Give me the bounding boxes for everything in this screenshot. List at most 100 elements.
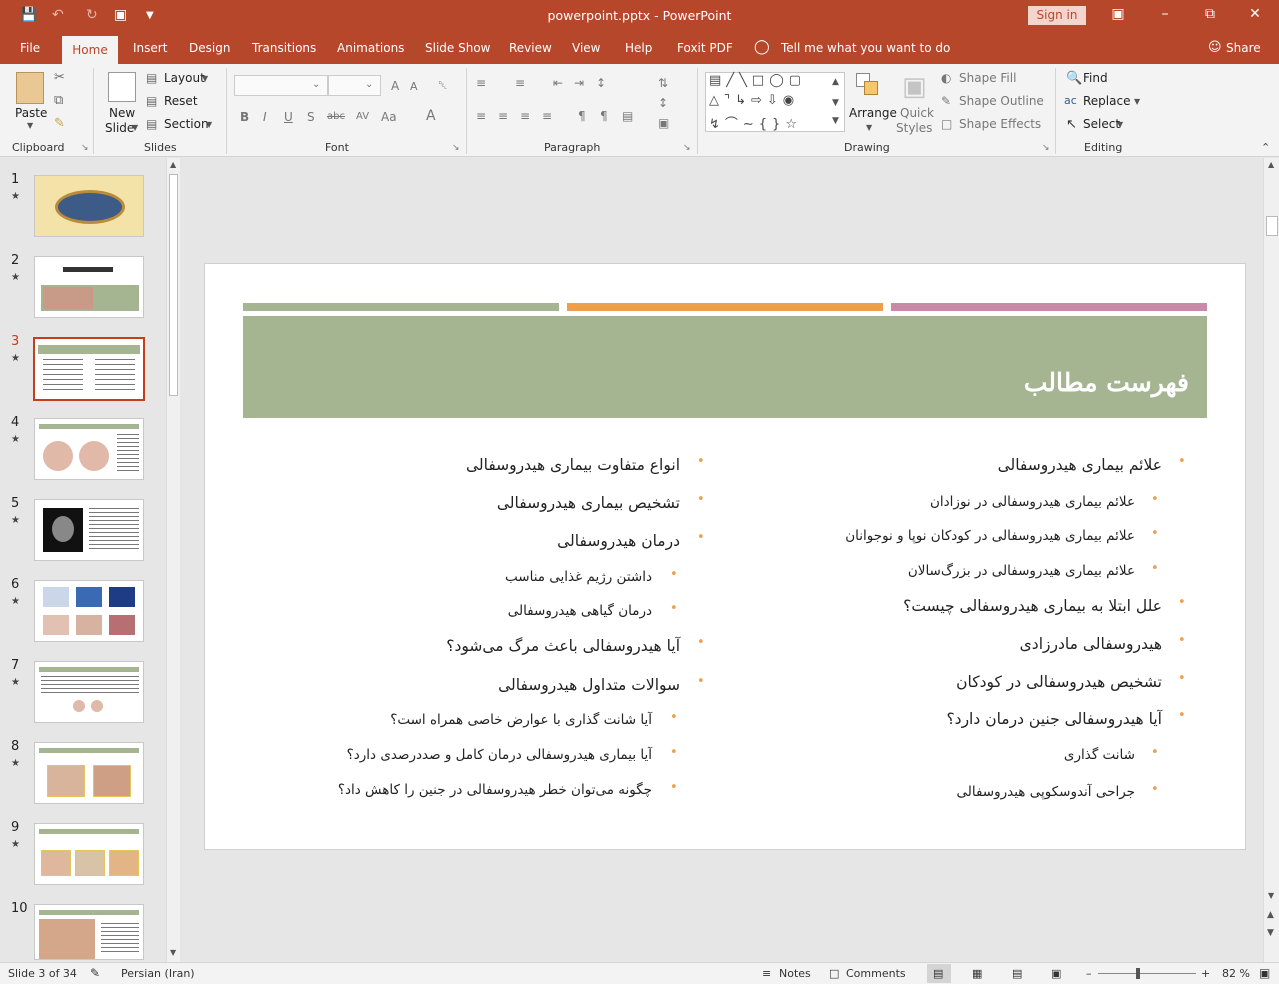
- thumbnail-slide-4[interactable]: [34, 418, 144, 480]
- paste-icon[interactable]: [16, 72, 44, 104]
- tab-insert[interactable]: Insert: [133, 41, 167, 55]
- zoom-slider-thumb[interactable]: [1136, 968, 1140, 979]
- tab-design[interactable]: Design: [189, 41, 230, 55]
- text-direction-icon[interactable]: ⇅: [658, 76, 668, 90]
- shape-outline-button[interactable]: Shape Outline: [959, 94, 1044, 108]
- thumbnail-slide-2[interactable]: [34, 256, 144, 318]
- scroll-up-icon[interactable]: ▲: [170, 160, 176, 169]
- character-spacing-icon[interactable]: AV: [356, 111, 369, 122]
- align-left-icon[interactable]: ≡: [476, 109, 486, 123]
- tab-foxit-pdf[interactable]: Foxit PDF: [677, 41, 733, 55]
- thumbnail-slide-8[interactable]: [34, 742, 144, 804]
- arrange-button[interactable]: Arrange: [849, 106, 897, 120]
- close-icon[interactable]: ✕: [1245, 6, 1265, 22]
- spelling-icon[interactable]: ✎: [90, 966, 100, 980]
- language-indicator[interactable]: Persian (Iran): [121, 967, 195, 980]
- reset-button[interactable]: Reset: [164, 94, 198, 108]
- ribbon-display-icon[interactable]: ▣: [1108, 6, 1128, 22]
- fit-slide-icon[interactable]: ▣: [1259, 966, 1270, 980]
- align-center-icon[interactable]: ≡: [498, 109, 508, 123]
- new-slide-dropdown-icon[interactable]: ▼: [132, 123, 138, 132]
- share-button[interactable]: Share: [1226, 41, 1261, 55]
- bullets-icon[interactable]: ≡: [476, 76, 486, 90]
- smartart-icon[interactable]: ▣: [658, 116, 669, 130]
- clear-formatting-icon[interactable]: ␡: [438, 78, 448, 93]
- tab-view[interactable]: View: [572, 41, 600, 55]
- shape-effects-button[interactable]: Shape Effects: [959, 117, 1041, 131]
- copy-icon[interactable]: ⧉: [54, 93, 63, 108]
- section-button[interactable]: Section: [164, 117, 209, 131]
- italic-icon[interactable]: I: [263, 110, 267, 124]
- new-slide-label-1[interactable]: New: [109, 106, 135, 120]
- tell-me-search[interactable]: Tell me what you want to do: [781, 41, 950, 55]
- collapse-ribbon-icon[interactable]: ⌃: [1261, 141, 1270, 154]
- thumbnail-slide-6[interactable]: [34, 580, 144, 642]
- thumbnail-slide-10[interactable]: [34, 904, 144, 960]
- increase-indent-icon[interactable]: ⇥: [574, 76, 584, 90]
- tab-animations[interactable]: Animations: [337, 41, 404, 55]
- slide-sorter-icon[interactable]: ▦: [972, 967, 982, 980]
- restore-icon[interactable]: ⧉: [1200, 6, 1220, 22]
- zoom-in-icon[interactable]: +: [1201, 967, 1210, 980]
- underline-icon[interactable]: U: [284, 110, 293, 124]
- replace-button[interactable]: Replace: [1083, 94, 1130, 108]
- section-dropdown-icon[interactable]: ▼: [206, 120, 212, 129]
- zoom-slider[interactable]: [1098, 973, 1196, 974]
- bold-icon[interactable]: B: [240, 110, 249, 124]
- drawing-launcher-icon[interactable]: ↘: [1042, 143, 1050, 153]
- line-spacing-icon[interactable]: ↕: [596, 76, 606, 90]
- paste-dropdown-icon[interactable]: ▼: [27, 121, 33, 130]
- layout-dropdown-icon[interactable]: ▼: [202, 74, 208, 83]
- previous-slide-icon[interactable]: ▲: [1267, 910, 1274, 920]
- tab-slide-show[interactable]: Slide Show: [425, 41, 490, 55]
- shape-fill-button[interactable]: Shape Fill: [959, 71, 1016, 85]
- slide-title[interactable]: فهرست مطالب: [1024, 368, 1189, 397]
- scroll-thumb[interactable]: [169, 174, 178, 396]
- new-slide-label-2[interactable]: Slide: [105, 121, 134, 135]
- justify-icon[interactable]: ≡: [542, 109, 552, 123]
- new-slide-icon[interactable]: [108, 72, 136, 102]
- grow-font-icon[interactable]: A: [391, 79, 399, 93]
- notes-button[interactable]: Notes: [779, 967, 811, 980]
- rtl-icon[interactable]: ¶: [600, 109, 608, 123]
- layout-button[interactable]: Layout: [164, 71, 205, 85]
- paste-button[interactable]: Paste: [15, 106, 47, 120]
- clipboard-launcher-icon[interactable]: ↘: [81, 143, 89, 153]
- thumbnail-scrollbar[interactable]: ▲ ▼: [166, 158, 180, 962]
- shapes-expand-icon[interactable]: ▼: [832, 116, 839, 126]
- paragraph-launcher-icon[interactable]: ↘: [683, 143, 691, 153]
- next-slide-icon[interactable]: ▼: [1267, 928, 1274, 938]
- shadow-icon[interactable]: S: [307, 110, 315, 124]
- tab-file[interactable]: File: [20, 41, 40, 55]
- shrink-font-icon[interactable]: A: [410, 80, 418, 93]
- strikethrough-icon[interactable]: abc: [327, 111, 345, 122]
- select-button[interactable]: Select: [1083, 117, 1120, 131]
- columns-icon[interactable]: ▤: [622, 109, 633, 123]
- thumbnail-slide-3[interactable]: [33, 337, 145, 401]
- slide-counter[interactable]: Slide 3 of 34: [8, 967, 77, 980]
- zoom-level[interactable]: 82 %: [1222, 967, 1250, 980]
- thumbnail-slide-1[interactable]: [34, 175, 144, 237]
- slideshow-view-icon[interactable]: ▣: [1051, 967, 1061, 980]
- ltr-icon[interactable]: ¶: [578, 109, 586, 123]
- find-button[interactable]: Find: [1083, 71, 1108, 85]
- tab-home[interactable]: Home: [62, 36, 118, 64]
- zoom-out-icon[interactable]: –: [1086, 967, 1092, 980]
- scroll-thumb[interactable]: [1266, 216, 1278, 236]
- comments-button[interactable]: Comments: [846, 967, 906, 980]
- scroll-up-icon[interactable]: ▲: [1268, 160, 1274, 169]
- font-launcher-icon[interactable]: ↘: [452, 143, 460, 153]
- font-color-icon[interactable]: A: [426, 108, 436, 124]
- scroll-down-icon[interactable]: ▼: [170, 948, 176, 957]
- quick-styles-label-2[interactable]: Styles: [896, 121, 932, 135]
- thumbnail-slide-7[interactable]: [34, 661, 144, 723]
- align-right-icon[interactable]: ≡: [520, 109, 530, 123]
- shapes-more-icon[interactable]: ▲: [832, 77, 839, 87]
- scroll-down-icon[interactable]: ▼: [1268, 891, 1274, 900]
- reading-view-icon[interactable]: ▤: [1012, 967, 1022, 980]
- thumbnail-slide-5[interactable]: [34, 499, 144, 561]
- align-text-icon[interactable]: ↕: [658, 96, 668, 110]
- select-dropdown-icon[interactable]: ▼: [1117, 120, 1123, 129]
- numbering-icon[interactable]: ≡: [515, 76, 525, 90]
- arrange-dropdown-icon[interactable]: ▼: [866, 123, 872, 132]
